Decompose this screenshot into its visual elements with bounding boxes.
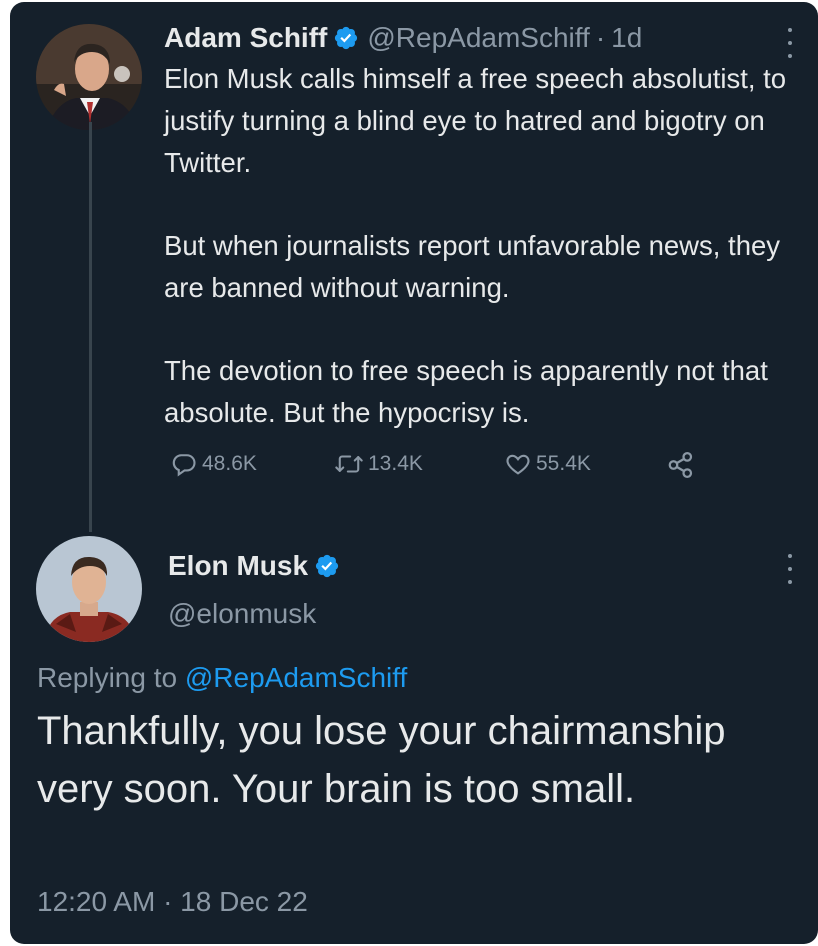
more-vertical-icon[interactable] [780, 28, 800, 58]
time-separator: · [595, 22, 606, 53]
tweet-header: Adam Schiff @RepAdamSchiff · 1d [164, 22, 642, 54]
tweet-paragraph-3: The devotion to free speech is apparentl… [164, 355, 768, 428]
tweet-body: Elon Musk calls himself a free speech ab… [164, 58, 804, 434]
reply-author-name[interactable]: Elon Musk [168, 550, 308, 582]
retweet-count: 13.4K [368, 452, 423, 475]
reply-body: Thankfully, you lose your chairmanship v… [37, 709, 726, 811]
verified-badge-icon [333, 25, 359, 51]
more-vertical-icon[interactable] [780, 554, 800, 584]
thread-connector-line [89, 122, 92, 532]
reply-button[interactable]: 48.6K [170, 450, 257, 478]
reply-timestamp[interactable]: 12:20 AM · 18 Dec 22 [37, 886, 308, 918]
share-button[interactable] [666, 450, 700, 480]
tweet-time[interactable]: 1d [611, 22, 642, 54]
verified-badge-icon [314, 553, 340, 579]
avatar-adam-schiff-image [36, 24, 142, 130]
author-name[interactable]: Adam Schiff [164, 22, 327, 54]
like-button[interactable]: 55.4K [504, 450, 591, 478]
like-count: 55.4K [536, 452, 591, 475]
author-handle[interactable]: @RepAdamSchiff [367, 22, 589, 54]
retweet-icon [335, 455, 363, 473]
reply-author-handle[interactable]: @elonmusk [168, 598, 316, 630]
heart-icon [506, 454, 530, 475]
replying-to-line: Replying to @RepAdamSchiff [37, 662, 407, 694]
replying-to-handle-link[interactable]: @RepAdamSchiff [185, 662, 407, 693]
replying-to-prefix: Replying to [37, 662, 178, 693]
tweet-paragraph-1: Elon Musk calls himself a free speech ab… [164, 63, 787, 178]
tweet-action-bar: 48.6K 13.4K 55.4K [164, 450, 704, 490]
reply-header: Elon Musk [168, 550, 340, 582]
reply-handle-row: @elonmusk [168, 598, 316, 630]
avatar-adam-schiff[interactable] [36, 24, 142, 130]
reply-icon [172, 454, 196, 477]
tweet-thread-card: Adam Schiff @RepAdamSchiff · 1d Elon Mus… [10, 2, 818, 944]
share-icon [668, 452, 693, 478]
reply-count: 48.6K [202, 452, 257, 475]
avatar-elon-musk[interactable] [36, 536, 142, 642]
avatar-elon-musk-image [36, 536, 142, 642]
retweet-button[interactable]: 13.4K [334, 450, 423, 478]
tweet-paragraph-2: But when journalists report unfavorable … [164, 230, 781, 303]
